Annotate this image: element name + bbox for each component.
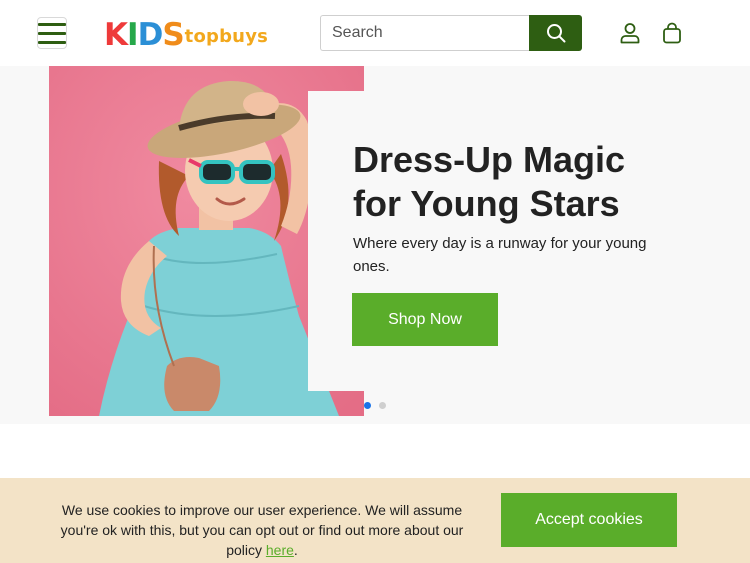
hamburger-icon-bar [38,31,66,35]
hero-title: Dress-Up Magic for Young Stars [353,139,626,224]
site-header: KIDS topbuys [0,0,750,66]
cookie-text-main: We use cookies to improve our user exper… [60,502,464,558]
search-input[interactable] [320,15,529,51]
slider-dot-2[interactable] [379,402,386,409]
user-icon[interactable] [619,22,641,44]
hamburger-icon-bar [38,22,66,26]
search-bar [320,15,582,51]
logo-kids: KIDS [104,17,185,53]
logo-topbuys: topbuys [184,26,269,47]
hero-subtitle: Where every day is a runway for your you… [353,235,647,275]
cookie-policy-link[interactable]: here [266,542,294,558]
accept-cookies-button[interactable]: Accept cookies [501,493,677,547]
bag-icon[interactable] [661,22,683,44]
search-icon [546,24,565,43]
slider-dot-1[interactable] [364,402,371,409]
cookie-message: We use cookies to improve our user exper… [48,500,476,560]
search-button[interactable] [529,15,582,51]
cookie-banner: We use cookies to improve our user exper… [0,478,750,563]
shop-now-button[interactable]: Shop Now [352,293,498,346]
site-logo[interactable]: KIDS topbuys [104,17,268,51]
cookie-text-end: . [293,542,298,558]
menu-button[interactable] [37,17,67,49]
hero-banner: Dress-Up Magic for Young Stars Where eve… [0,66,750,424]
slider-dots [364,402,386,409]
hamburger-icon-bar [38,40,66,44]
